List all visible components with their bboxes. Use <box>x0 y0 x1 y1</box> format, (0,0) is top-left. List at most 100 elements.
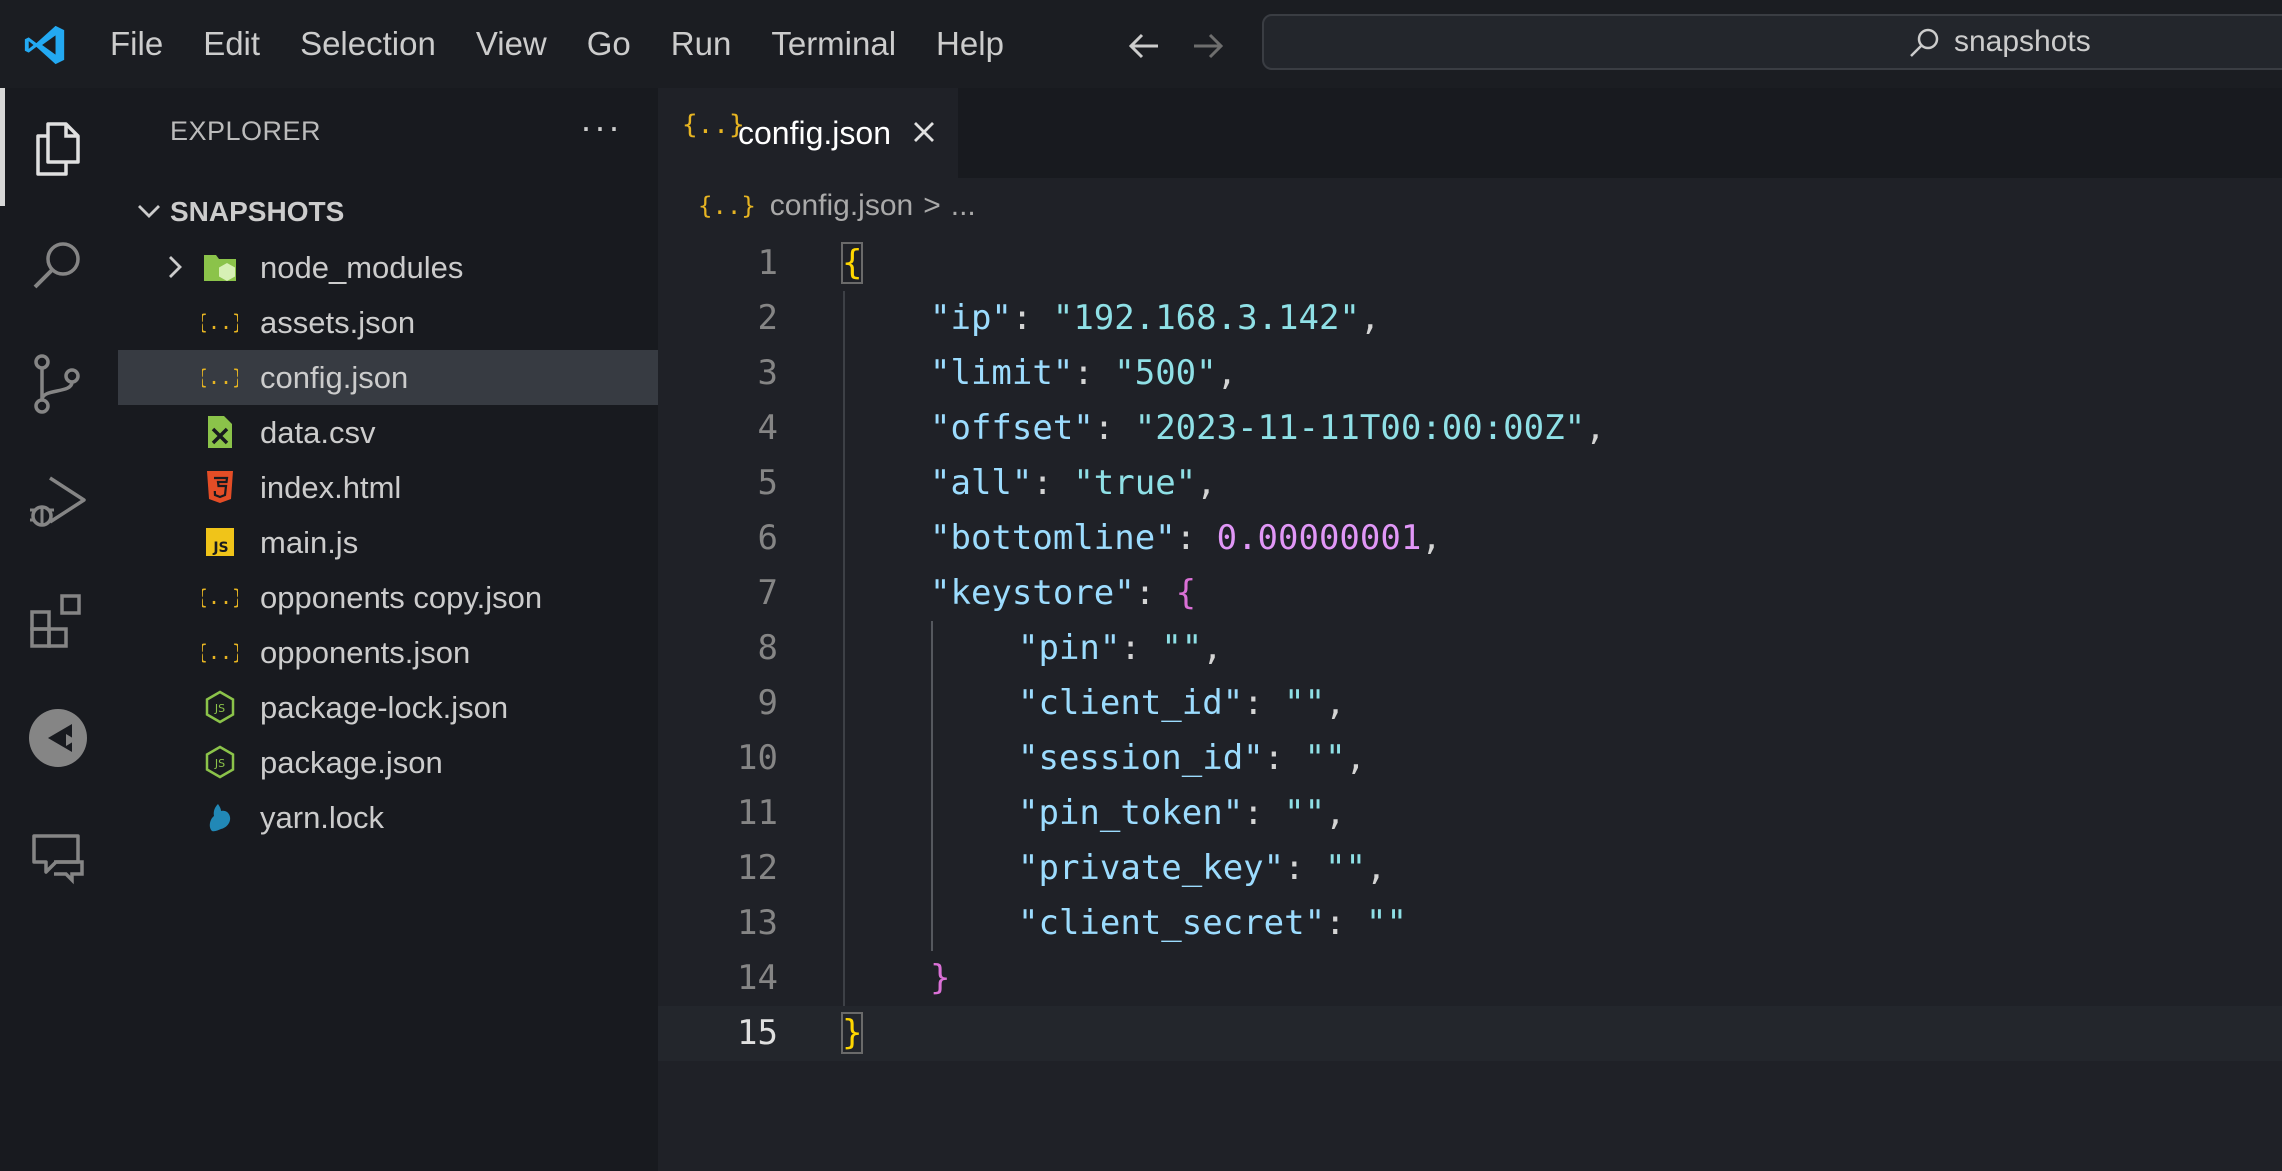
code-line[interactable]: 4 "offset": "2023-11-11T00:00:00Z", <box>658 401 2282 456</box>
activity-source-control[interactable] <box>0 324 118 442</box>
breadcrumb-symbol[interactable]: ... <box>951 189 976 223</box>
code-token: , <box>1345 738 1367 778</box>
code-line[interactable]: 13 "client_secret": "" <box>658 896 2282 951</box>
code-token: "pin_token" <box>1018 793 1244 833</box>
code-token: , <box>1421 518 1442 558</box>
file-row-index-html[interactable]: index.html <box>118 460 658 515</box>
indent-guide <box>843 291 845 1006</box>
code-line[interactable]: 6 "bottomline": 0.00000001, <box>658 511 2282 566</box>
svg-text:JS: JS <box>212 540 228 556</box>
chevron-right-icon <box>169 256 182 278</box>
code-token: "" <box>1284 793 1326 833</box>
close-icon[interactable] <box>908 116 940 148</box>
file-row-yarn-lock[interactable]: yarn.lock <box>118 790 658 845</box>
file-row-data-csv[interactable]: data.csv <box>118 405 658 460</box>
code-line[interactable]: 5 "all": "true", <box>658 456 2282 511</box>
code-token: : <box>1263 738 1305 778</box>
line-text: "client_id": "", <box>1018 676 1346 731</box>
code-line[interactable]: 10 "session_id": "", <box>658 731 2282 786</box>
menu-view[interactable]: View <box>456 0 567 88</box>
code-line[interactable]: 11 "pin_token": "", <box>658 786 2282 841</box>
activity-remote-explorer[interactable] <box>0 678 118 796</box>
title-bar: File Edit Selection View Go Run Terminal… <box>0 0 2282 88</box>
activity-extensions[interactable] <box>0 560 118 678</box>
activity-run-debug[interactable] <box>0 442 118 560</box>
code-line[interactable]: 14} <box>658 951 2282 1006</box>
files-icon <box>36 122 80 176</box>
chevron-right-icon: > <box>923 189 941 222</box>
code-line[interactable]: 12 "private_key": "", <box>658 841 2282 896</box>
more-actions-icon[interactable]: ··· <box>580 106 622 148</box>
code-token: "" <box>1304 738 1346 778</box>
menu-help[interactable]: Help <box>916 0 1024 88</box>
file-row-opponents-copy-json[interactable]: {..} opponents copy.json <box>118 570 658 625</box>
breadcrumb-file[interactable]: config.json <box>770 189 913 223</box>
file-row-config-json[interactable]: {..} config.json <box>118 350 658 405</box>
file-row-package-lock-json[interactable]: JS package-lock.json <box>118 680 658 735</box>
code-token: { <box>840 242 864 284</box>
file-row-assets-json[interactable]: {..} assets.json <box>118 295 658 350</box>
vscode-logo-icon[interactable] <box>22 22 68 68</box>
menu-go[interactable]: Go <box>567 0 651 88</box>
activity-search[interactable] <box>0 206 118 324</box>
line-text: "ip": "192.168.3.142", <box>930 291 1380 346</box>
menu-bar: File Edit Selection View Go Run Terminal… <box>90 0 1024 88</box>
nodejs-icon: JS <box>205 690 235 724</box>
code-token: : <box>1284 848 1326 888</box>
activity-comments[interactable] <box>0 796 118 914</box>
code-line[interactable]: 8 "pin": "", <box>658 621 2282 676</box>
code-line[interactable]: 2 "ip": "192.168.3.142", <box>658 291 2282 346</box>
file-row-package-json[interactable]: JS package.json <box>118 735 658 790</box>
html5-icon <box>207 471 233 503</box>
folder-section-header[interactable]: SNAPSHOTS <box>118 184 658 240</box>
json-icon: {..} <box>202 310 238 334</box>
menu-file[interactable]: File <box>90 0 183 88</box>
file-row-main-js[interactable]: JS main.js <box>118 515 658 570</box>
json-icon: {..} <box>698 192 756 220</box>
file-row-opponents-json[interactable]: {..} opponents.json <box>118 625 658 680</box>
file-name: index.html <box>260 470 402 505</box>
command-center-search[interactable]: snapshots <box>1262 14 2282 70</box>
run-debug-icon <box>30 476 86 527</box>
activity-explorer[interactable] <box>0 88 118 206</box>
code-token: , <box>1359 298 1381 338</box>
code-token: : <box>1325 903 1366 943</box>
code-line[interactable]: 9 "client_id": "", <box>658 676 2282 731</box>
line-text: } <box>840 1006 864 1061</box>
svg-text:{..}: {..} <box>202 640 238 664</box>
menu-terminal[interactable]: Terminal <box>751 0 916 88</box>
code-line[interactable]: 7 "keystore": { <box>658 566 2282 621</box>
file-name: package.json <box>260 745 443 780</box>
forward-arrow-icon[interactable] <box>1188 26 1228 66</box>
workspace-folder-name: SNAPSHOTS <box>170 196 345 227</box>
code-token: "" <box>1284 683 1326 723</box>
comments-icon <box>32 834 84 885</box>
svg-text:{..}: {..} <box>202 585 238 609</box>
file-name: assets.json <box>260 305 416 340</box>
code-token: : <box>1093 408 1135 448</box>
code-line[interactable]: 15} <box>658 1006 2282 1061</box>
line-number: 4 <box>757 408 778 448</box>
line-text: "private_key": "", <box>1018 841 1387 896</box>
file-name: main.js <box>260 525 359 560</box>
file-name: opponents.json <box>260 635 471 670</box>
code-token: "" <box>1161 628 1203 668</box>
code-line[interactable]: 1{ <box>658 236 2282 291</box>
code-token: { <box>1175 573 1197 613</box>
back-arrow-icon[interactable] <box>1124 26 1164 66</box>
menu-run[interactable]: Run <box>651 0 752 88</box>
code-line[interactable]: 3 "limit": "500", <box>658 346 2282 401</box>
code-token: "keystore" <box>930 573 1135 613</box>
breadcrumb: {..} config.json > ... <box>698 178 976 234</box>
svg-text:JS: JS <box>214 757 225 770</box>
file-name: data.csv <box>260 415 376 450</box>
code-token: "session_id" <box>1018 738 1264 778</box>
menu-edit[interactable]: Edit <box>183 0 280 88</box>
activity-bar <box>0 88 118 1171</box>
menu-selection[interactable]: Selection <box>280 0 456 88</box>
explorer-title: EXPLORER <box>170 116 322 146</box>
tab-config-json[interactable]: {..} config.json <box>658 88 958 178</box>
code-token: "ip" <box>930 298 1012 338</box>
file-row-node-modules[interactable]: node_modules <box>118 240 658 295</box>
nodejs-icon: JS <box>205 745 235 779</box>
